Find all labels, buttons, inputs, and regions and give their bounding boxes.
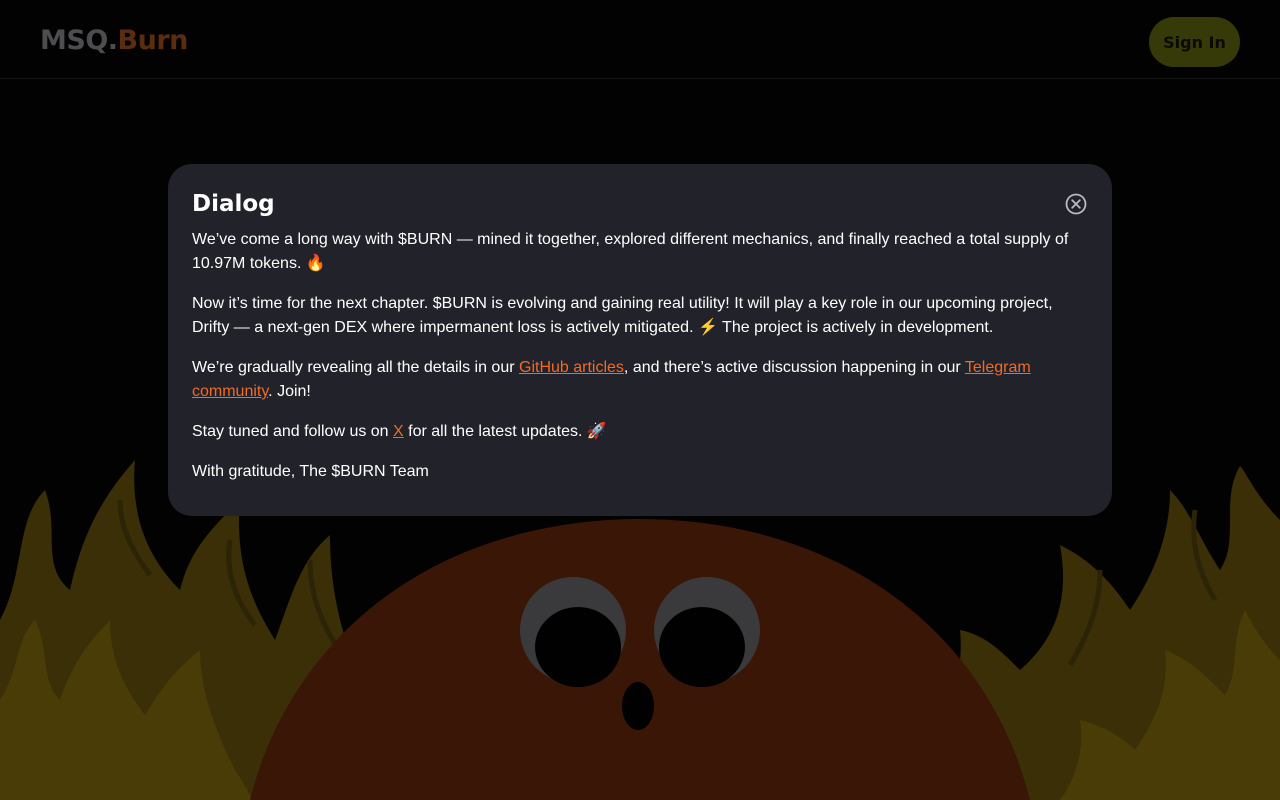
dialog-paragraph-community: We’re gradually revealing all the detail… xyxy=(192,356,1088,404)
logo-text-burn: Burn xyxy=(117,25,189,56)
page: MSQ.Burn Sign In Dialog We’ve come a lon… xyxy=(0,0,1280,800)
community-text-end: . Join! xyxy=(268,383,311,400)
announcement-dialog: Dialog We’ve come a long way with $BURN … xyxy=(168,164,1112,516)
github-articles-link[interactable]: GitHub articles xyxy=(519,359,624,376)
sign-in-button[interactable]: Sign In xyxy=(1149,17,1240,67)
follow-text-start: Stay tuned and follow us on xyxy=(192,423,394,440)
logo-text-msq: MSQ. xyxy=(40,25,118,56)
close-button[interactable] xyxy=(1064,192,1088,216)
site-logo[interactable]: MSQ.Burn xyxy=(40,24,188,58)
dialog-body: We’ve come a long way with $BURN — mined… xyxy=(192,228,1088,484)
dialog-signature: With gratitude, The $BURN Team xyxy=(192,463,429,480)
follow-text-end: for all the latest updates. 🚀 xyxy=(403,423,607,440)
dialog-paragraph-follow: Stay tuned and follow us on X for all th… xyxy=(192,420,1088,444)
site-header: MSQ.Burn Sign In xyxy=(0,0,1280,79)
dialog-paragraph-drifty: Now it’s time for the next chapter. $BUR… xyxy=(192,295,1053,336)
mascot-illustration xyxy=(250,519,1030,800)
dialog-paragraph-supply: We’ve come a long way with $BURN — mined… xyxy=(192,231,1069,272)
community-text-start: We’re gradually revealing all the detail… xyxy=(192,359,519,376)
community-text-middle: , and there’s active discussion happenin… xyxy=(623,359,965,376)
dialog-title: Dialog xyxy=(192,191,275,217)
x-link[interactable]: X xyxy=(393,423,404,440)
close-circle-icon xyxy=(1065,193,1087,215)
